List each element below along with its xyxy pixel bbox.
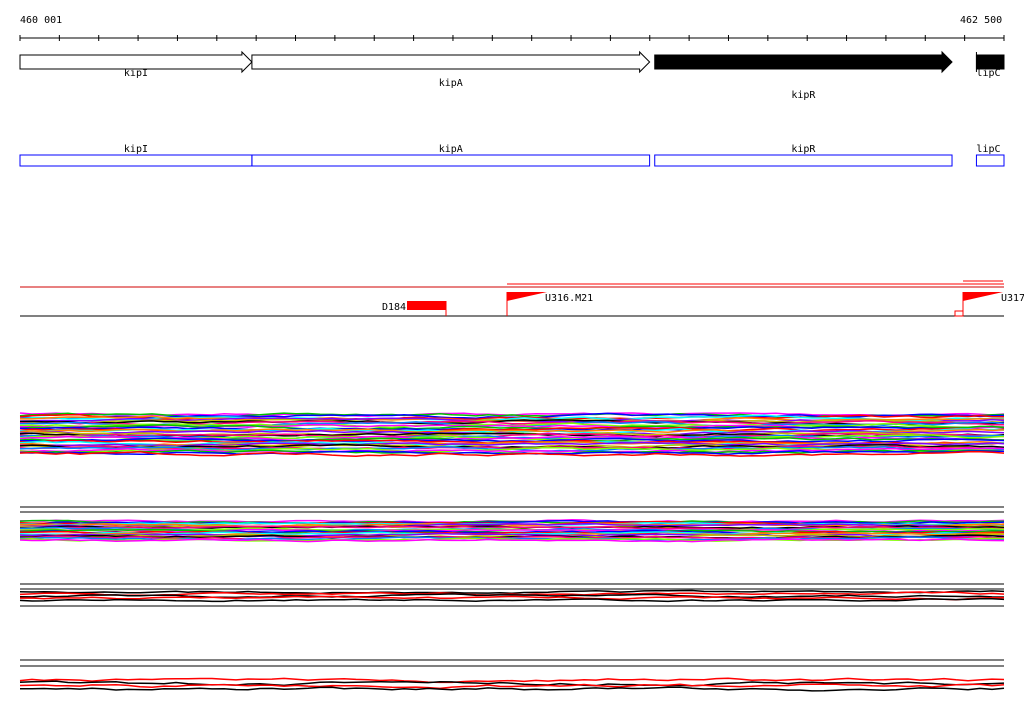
gene-box-kipR[interactable] <box>654 154 953 167</box>
coordinate-ruler: 460 001 462 500 <box>19 15 1005 41</box>
feature-small-box <box>954 310 964 317</box>
gene-box-label-kipA: kipA <box>439 144 463 155</box>
gene-box-track: kipI kipA kipR lipC <box>19 144 1005 167</box>
gene-arrow-kipA[interactable] <box>251 50 651 74</box>
ruler-start-label: 460 001 <box>20 15 62 26</box>
gene-arrow-track: kipI kipA kipR lipC <box>19 50 1005 101</box>
feature-track: D184 U316.M21 U317 <box>20 280 1024 317</box>
feature-d184-block[interactable] <box>407 301 446 310</box>
signal-trace <box>19 595 1005 601</box>
genome-browser-canvas: 460 001 462 500 kipIkipAkipRlipC kipI kip… <box>19 15 1024 692</box>
feature-label-u316[interactable]: U316.M21 <box>545 293 593 304</box>
flag-u316-icon[interactable] <box>507 292 547 301</box>
gene-label-kipA[interactable]: kipA <box>439 78 463 89</box>
gene-arrow-lipC[interactable] <box>975 54 1005 70</box>
gene-box-label-kipR: kipR <box>791 144 816 155</box>
signal-trace <box>19 683 1005 690</box>
feature-label-u317[interactable]: U317 <box>1001 293 1024 304</box>
gene-label-lipC[interactable]: lipC <box>976 68 1000 79</box>
gene-box-kipI[interactable] <box>19 154 253 167</box>
signal-track-1 <box>19 412 1005 457</box>
flag-u317-icon[interactable] <box>963 292 1003 301</box>
gene-box-label-lipC: lipC <box>976 144 1000 155</box>
signal-trace <box>19 597 1005 603</box>
signal-trace <box>19 686 1005 692</box>
feature-label-d184[interactable]: D184 <box>382 302 406 313</box>
signal-track-2 <box>19 506 1005 543</box>
signal-trace <box>19 589 1005 595</box>
gene-box-kipA[interactable] <box>251 154 651 167</box>
signal-trace <box>19 677 1005 684</box>
ruler-end-label: 462 500 <box>960 15 1002 26</box>
gene-label-kipI[interactable]: kipI <box>124 68 148 79</box>
signal-track-3 <box>19 583 1005 607</box>
signal-track-4 <box>19 659 1005 692</box>
gene-box-lipC[interactable] <box>975 154 1005 167</box>
gene-arrow-kipR[interactable] <box>654 50 953 74</box>
gene-label-kipR[interactable]: kipR <box>791 90 816 101</box>
gene-box-label-kipI: kipI <box>124 144 148 155</box>
